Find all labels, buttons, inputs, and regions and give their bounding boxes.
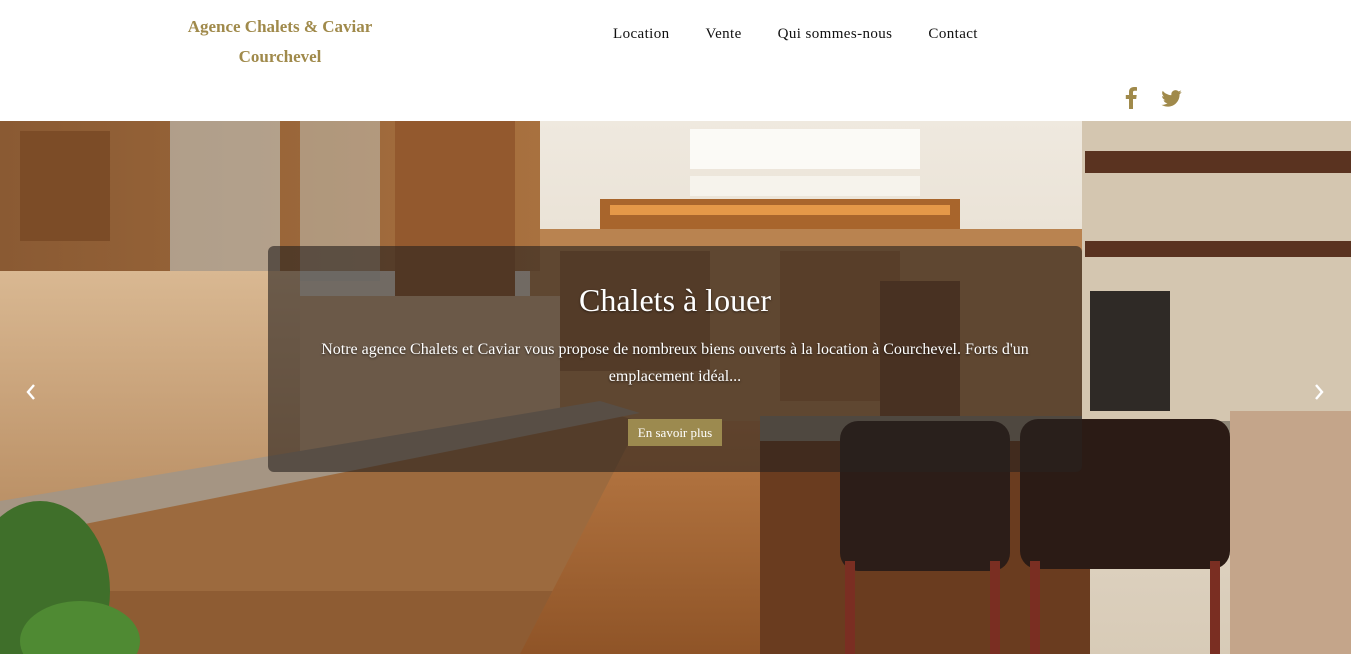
chevron-right-icon (1315, 384, 1324, 400)
facebook-icon (1125, 87, 1137, 109)
twitter-link[interactable] (1158, 86, 1184, 110)
facebook-link[interactable] (1118, 86, 1144, 110)
slide-title: Chalets à louer (579, 282, 771, 318)
nav-item-location[interactable]: Location (595, 24, 688, 44)
twitter-icon (1160, 89, 1182, 107)
slider-next-button[interactable] (1304, 377, 1334, 407)
hero-slider: Chalets à louer Notre agence Chalets et … (0, 121, 1351, 654)
main-nav: Location Vente Qui sommes-nous Contact (595, 24, 996, 44)
slide-description: Notre agence Chalets et Caviar vous prop… (321, 341, 1029, 385)
slider-prev-button[interactable] (16, 377, 46, 407)
site-logo[interactable]: Agence Chalets & Caviar Courchevel (180, 12, 380, 72)
learn-more-button[interactable]: En savoir plus (627, 419, 723, 446)
logo-line-1: Agence Chalets & Caviar (187, 17, 373, 36)
logo-line-2: Courchevel (238, 47, 322, 66)
nav-item-contact[interactable]: Contact (910, 24, 995, 44)
chevron-left-icon (26, 384, 35, 400)
slide-caption: Chalets à louer Notre agence Chalets et … (268, 246, 1082, 472)
nav-item-qui-sommes-nous[interactable]: Qui sommes-nous (760, 24, 911, 44)
social-links (1118, 86, 1184, 110)
nav-item-vente[interactable]: Vente (688, 24, 760, 44)
site-header: Agence Chalets & Caviar Courchevel Locat… (0, 0, 1351, 121)
